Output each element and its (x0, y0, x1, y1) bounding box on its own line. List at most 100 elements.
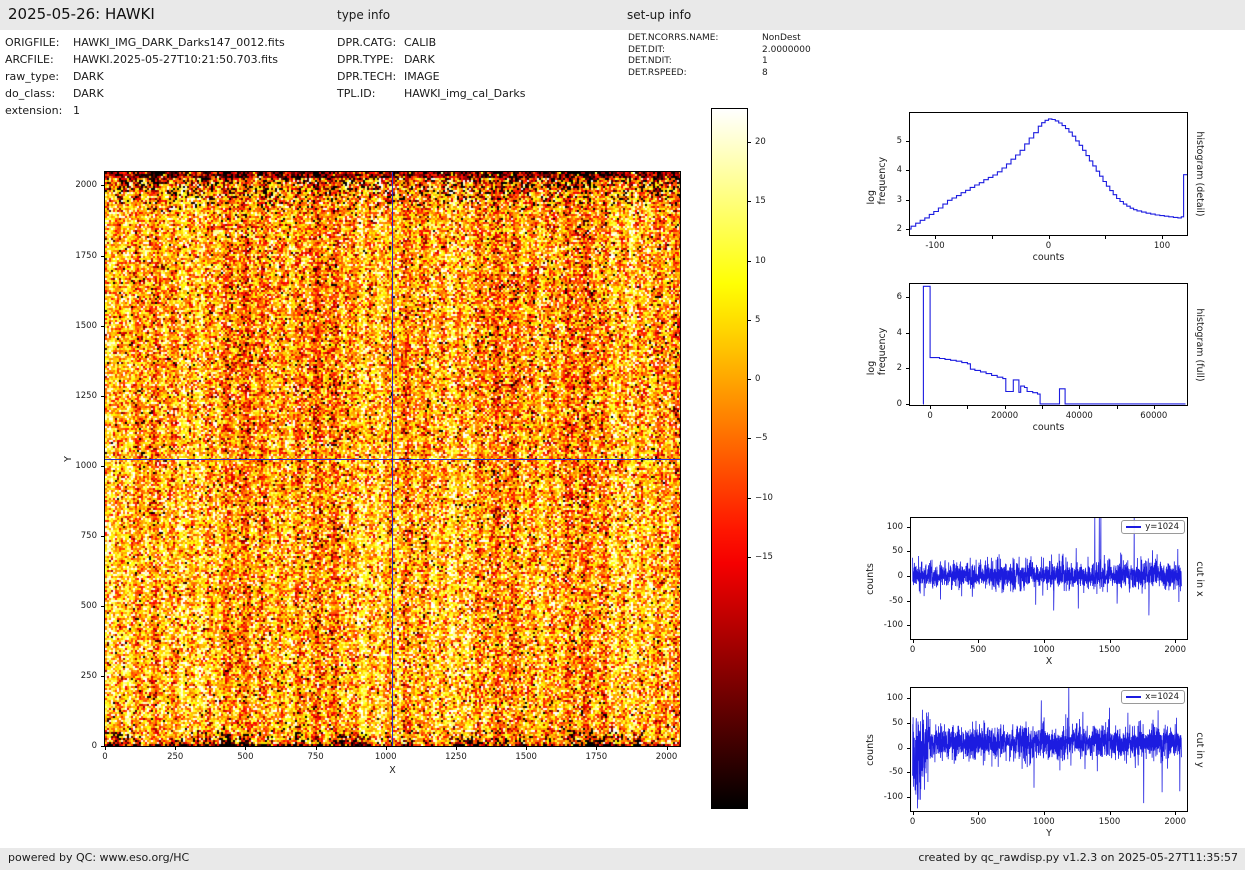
legend-box: y=1024 (1121, 520, 1185, 534)
x-tick-mark (992, 235, 993, 239)
y-tick-label: 100 (887, 522, 903, 532)
y-tick-label: 1250 (75, 391, 97, 401)
x-axis-label: X (1046, 656, 1053, 667)
y-tick-label: 50 (892, 718, 903, 728)
x-tick-label: 2000 (1164, 645, 1186, 655)
page: 2025-05-26: HAWKI type info set-up info … (0, 0, 1245, 870)
y-tick-mark (906, 368, 910, 369)
x-tick-mark (1044, 639, 1045, 643)
y-tick-mark (906, 229, 910, 230)
x-tick-label: 2000 (1164, 817, 1186, 827)
x-tick-label: 750 (307, 752, 323, 762)
info-value: DARK (404, 51, 525, 68)
footer-right-text: created by qc_rawdisp.py v1.2.3 on 2025-… (918, 851, 1238, 864)
y-tick-mark (101, 536, 105, 537)
file-info-block: ORIGFILE:HAWKI_IMG_DARK_Darks147_0012.fi… (5, 34, 285, 119)
histogram-detail-curve (910, 113, 1187, 235)
colorbar-tick-mark (747, 320, 751, 321)
y-tick-mark (101, 676, 105, 677)
y-axis-label: log frequency (866, 314, 888, 375)
colorbar-tick-label: −15 (755, 552, 773, 562)
setup-info-heading: set-up info (627, 8, 691, 22)
y-tick-label: 50 (892, 546, 903, 556)
y-tick-mark (101, 606, 105, 607)
x-tick-mark (978, 639, 979, 643)
info-label: DPR.TYPE: (337, 51, 404, 68)
legend-box: x=1024 (1121, 690, 1185, 704)
y-tick-label: 2 (897, 363, 902, 373)
y-tick-mark (907, 625, 911, 626)
info-value: 1 (762, 56, 811, 68)
x-tick-mark (1005, 405, 1006, 409)
info-label: DPR.CATG: (337, 34, 404, 51)
x-axis-label: counts (1033, 252, 1065, 263)
info-value: HAWKI.2025-05-27T10:21:50.703.fits (73, 51, 285, 68)
x-tick-label: 0 (102, 752, 107, 762)
x-tick-label: 500 (970, 817, 986, 827)
x-tick-mark (1162, 235, 1163, 239)
info-value: 8 (762, 68, 811, 80)
y-tick-label: 3 (897, 195, 902, 205)
y-tick-label: -50 (889, 596, 903, 606)
y-tick-label: 250 (81, 671, 97, 681)
right-side-label: histogram (full) (1194, 308, 1205, 381)
y-tick-mark (906, 200, 910, 201)
header-bar (0, 0, 1245, 30)
x-tick-mark (913, 639, 914, 643)
x-tick-mark (1042, 405, 1043, 409)
info-label: DET.RSPEED: (628, 68, 762, 80)
x-tick-mark (913, 811, 914, 815)
x-tick-label: 1000 (1033, 817, 1055, 827)
legend-line-swatch (1126, 526, 1141, 528)
y-tick-mark (907, 576, 911, 577)
page-title: 2025-05-26: HAWKI (8, 5, 155, 23)
x-tick-label: 1750 (586, 752, 608, 762)
y-tick-label: -100 (884, 792, 903, 802)
colorbar-tick-label: 20 (755, 137, 766, 147)
y-tick-mark (907, 797, 911, 798)
y-tick-mark (101, 396, 105, 397)
info-label: DET.NCORRS.NAME: (628, 33, 762, 45)
y-axis-label: counts (865, 563, 876, 595)
y-tick-mark (906, 404, 910, 405)
colorbar-tick-mark (747, 201, 751, 202)
colorbar-tick-mark (747, 142, 751, 143)
x-tick-label: 100 (1154, 241, 1170, 251)
info-value: 2.0000000 (762, 45, 811, 57)
x-tick-mark (1105, 235, 1106, 239)
y-tick-mark (906, 141, 910, 142)
x-tick-mark (1044, 811, 1045, 815)
x-tick-label: 500 (237, 752, 253, 762)
x-tick-label: 1500 (515, 752, 537, 762)
y-tick-mark (907, 601, 911, 602)
x-tick-label: 0 (910, 817, 915, 827)
y-tick-label: 500 (81, 601, 97, 611)
y-tick-label: 4 (897, 165, 902, 175)
y-tick-label: 5 (897, 136, 902, 146)
setup-info-block: DET.NCORRS.NAME:NonDestDET.DIT:2.0000000… (628, 33, 811, 79)
right-side-label: cut in y (1194, 732, 1205, 767)
y-tick-mark (101, 185, 105, 186)
y-tick-mark (101, 326, 105, 327)
y-tick-mark (907, 772, 911, 773)
colorbar-tick-label: 10 (755, 256, 766, 266)
y-tick-mark (907, 551, 911, 552)
x-tick-label: 1250 (445, 752, 467, 762)
colorbar-tick-mark (747, 261, 751, 262)
info-value: NonDest (762, 33, 811, 45)
x-tick-mark (930, 405, 931, 409)
x-tick-mark (1110, 811, 1111, 815)
x-tick-label: -100 (925, 241, 944, 251)
y-tick-label: 0 (898, 571, 903, 581)
y-tick-mark (907, 698, 911, 699)
main-image-plot: X Y 025050075010001250150017502000025050… (105, 172, 680, 746)
info-label: do_class: (5, 85, 73, 102)
y-tick-label: 1000 (75, 461, 97, 471)
type-info-heading: type info (337, 8, 390, 22)
y-tick-mark (101, 256, 105, 257)
info-label: DPR.TECH: (337, 68, 404, 85)
x-tick-mark (967, 405, 968, 409)
x-tick-label: 0 (927, 411, 932, 421)
legend-label: y=1024 (1145, 522, 1179, 532)
y-axis-label: counts (865, 734, 876, 766)
